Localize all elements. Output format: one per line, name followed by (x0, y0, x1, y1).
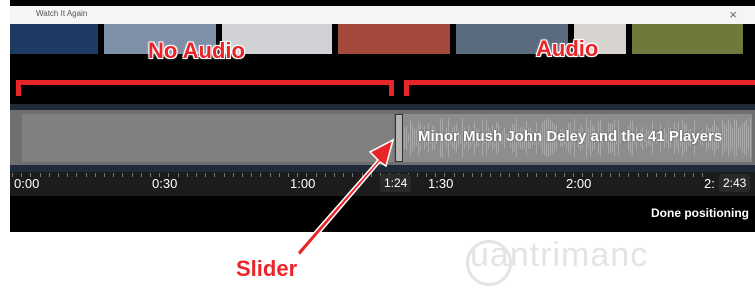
slider-label: Slider (236, 256, 298, 281)
slider-arrow (296, 138, 395, 258)
watermark-text: uantrimanc (470, 236, 649, 274)
